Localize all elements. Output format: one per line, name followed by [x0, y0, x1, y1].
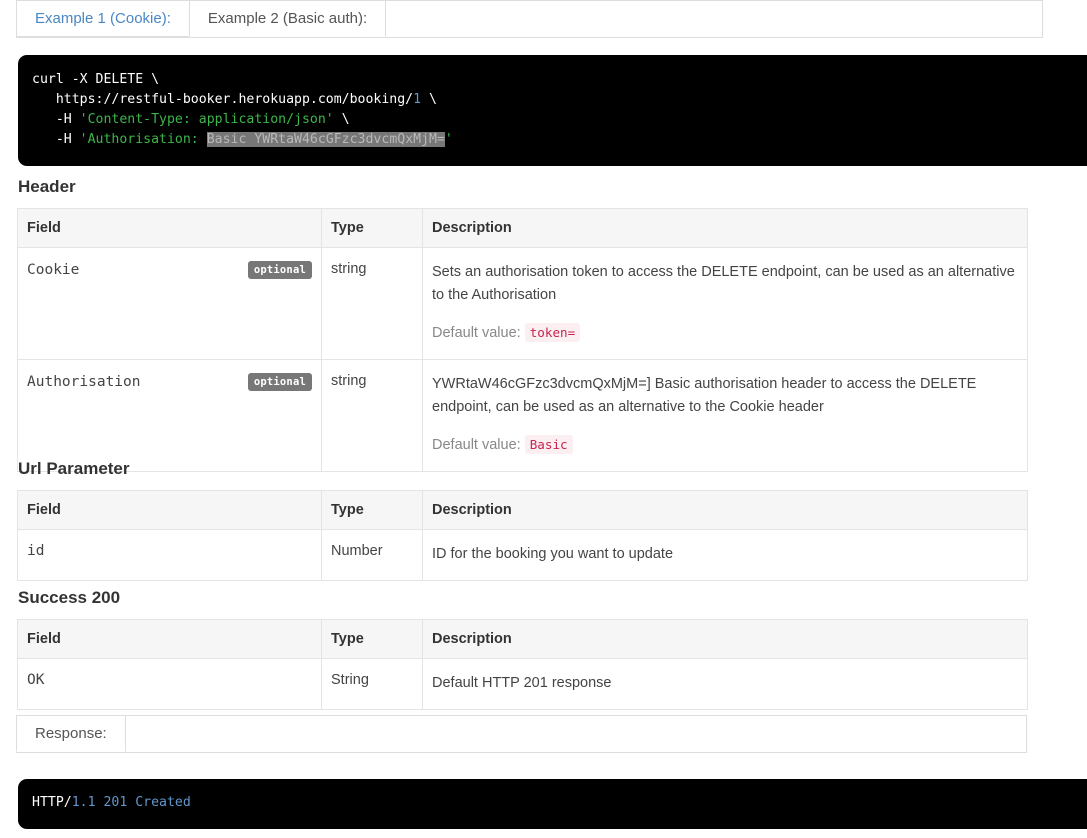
response-protocol: HTTP/	[32, 795, 72, 810]
default-value-cookie: Default value: token=	[432, 321, 1018, 345]
tab-example-1-cookie[interactable]: Example 1 (Cookie):	[16, 0, 190, 37]
request-code-block: curl -X DELETE \ https://restful-booker.…	[18, 55, 1087, 166]
authorisation-token-highlight: Basic YWRtaW46cGFzc3dvcmQxMjM=	[206, 132, 445, 147]
type-cell-authorisation: string	[321, 359, 423, 472]
default-value-label-authorisation: Default value:	[432, 437, 521, 453]
section-title-url-parameter: Url Parameter	[18, 459, 130, 478]
status-badge-optional: optional	[247, 373, 312, 391]
authorisation-flag: -H	[55, 132, 80, 147]
content-type-continuation: \	[333, 112, 350, 127]
table-header-row: Field Type Description	[17, 619, 1028, 659]
column-header-type: Type	[321, 619, 423, 659]
default-value-label-cookie: Default value:	[432, 325, 521, 341]
column-header-type: Type	[321, 208, 423, 248]
table-row: Authorisation optional string YWRtaW46cG…	[17, 359, 1028, 472]
content-type-flag: -H	[55, 112, 80, 127]
table-row: id Number ID for the booking you want to…	[17, 529, 1028, 581]
column-header-type: Type	[321, 490, 423, 530]
default-value-code-authorisation: Basic	[524, 435, 573, 454]
response-tabstrip: Response:	[16, 715, 1027, 753]
request-url-id: 1	[413, 92, 422, 107]
type-cell-cookie: string	[321, 247, 423, 360]
authorisation-quote-close: '	[444, 132, 453, 147]
request-url: https://restful-booker.herokuapp.com/boo…	[55, 92, 414, 107]
column-header-field: Field	[17, 490, 322, 530]
table-header-row: Field Type Description	[17, 208, 1028, 248]
url-parameter-table: Field Type Description id Number ID for …	[17, 490, 1028, 581]
example-tabstrip: Example 1 (Cookie): Example 2 (Basic aut…	[16, 0, 1043, 38]
description-cell-authorisation: YWRtaW46cGFzc3dvcmQxMjM=] Basic authoris…	[422, 359, 1028, 472]
tab-example-1-label: Example 1 (Cookie):	[35, 10, 171, 27]
tab-example-2-basic-auth[interactable]: Example 2 (Basic auth):	[188, 0, 387, 37]
tabstrip-filler	[384, 0, 1043, 37]
curl-command-line: curl -X DELETE \	[32, 72, 160, 87]
success-table: Field Type Description OK String Default…	[17, 619, 1028, 710]
column-header-description: Description	[422, 490, 1028, 530]
response-tabstrip-filler	[123, 715, 1027, 752]
description-text-authorisation: YWRtaW46cGFzc3dvcmQxMjM=] Basic authoris…	[432, 376, 977, 415]
field-cell-ok: OK	[17, 658, 322, 710]
table-header-row: Field Type Description	[17, 490, 1028, 530]
table-row: Cookie optional string Sets an authorisa…	[17, 247, 1028, 360]
column-header-field: Field	[17, 619, 322, 659]
column-header-description: Description	[422, 619, 1028, 659]
tab-response-label: Response:	[35, 725, 107, 742]
section-title-success-200: Success 200	[18, 588, 121, 607]
default-value-code-cookie: token=	[524, 323, 581, 342]
success-table-wrapper: Field Type Description OK String Default…	[17, 619, 1028, 710]
type-cell-ok: String	[321, 658, 423, 710]
status-badge-optional: optional	[247, 261, 312, 279]
field-cell-id: id	[17, 529, 322, 581]
table-row: OK String Default HTTP 201 response	[17, 658, 1028, 710]
field-cell-authorisation: Authorisation optional	[17, 359, 322, 472]
authorisation-key: 'Authorisation:	[79, 132, 207, 147]
tab-example-2-label: Example 2 (Basic auth):	[207, 10, 368, 27]
default-value-authorisation: Default value: Basic	[432, 433, 1018, 457]
description-cell-cookie: Sets an authorisation token to access th…	[422, 247, 1028, 360]
api-doc-page: Example 1 (Cookie): Example 2 (Basic aut…	[0, 0, 1087, 838]
header-table-wrapper: Field Type Description Cookie optional s…	[17, 208, 1028, 472]
tab-response[interactable]: Response:	[16, 715, 126, 752]
response-status: 1.1 201 Created	[71, 795, 191, 810]
column-header-field: Field	[17, 208, 322, 248]
column-header-description: Description	[422, 208, 1028, 248]
content-type-value: 'Content-Type: application/json'	[79, 112, 334, 127]
field-cell-cookie: Cookie optional	[17, 247, 322, 360]
description-cell-id: ID for the booking you want to update	[422, 529, 1028, 581]
description-cell-ok: Default HTTP 201 response	[422, 658, 1028, 710]
request-url-continuation: \	[421, 92, 437, 107]
section-title-header: Header	[18, 177, 76, 196]
type-cell-id: Number	[321, 529, 423, 581]
description-text-cookie: Sets an authorisation token to access th…	[432, 264, 1015, 303]
response-code-block: HTTP/1.1 201 Created	[18, 779, 1087, 829]
url-parameter-table-wrapper: Field Type Description id Number ID for …	[17, 490, 1028, 581]
header-table: Field Type Description Cookie optional s…	[17, 208, 1028, 472]
field-name-cookie: Cookie	[27, 262, 80, 278]
field-name-authorisation: Authorisation	[27, 374, 141, 390]
